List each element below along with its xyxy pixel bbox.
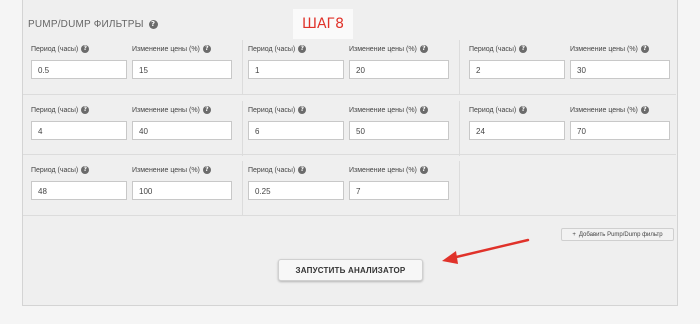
annotation-arrow xyxy=(442,238,530,264)
